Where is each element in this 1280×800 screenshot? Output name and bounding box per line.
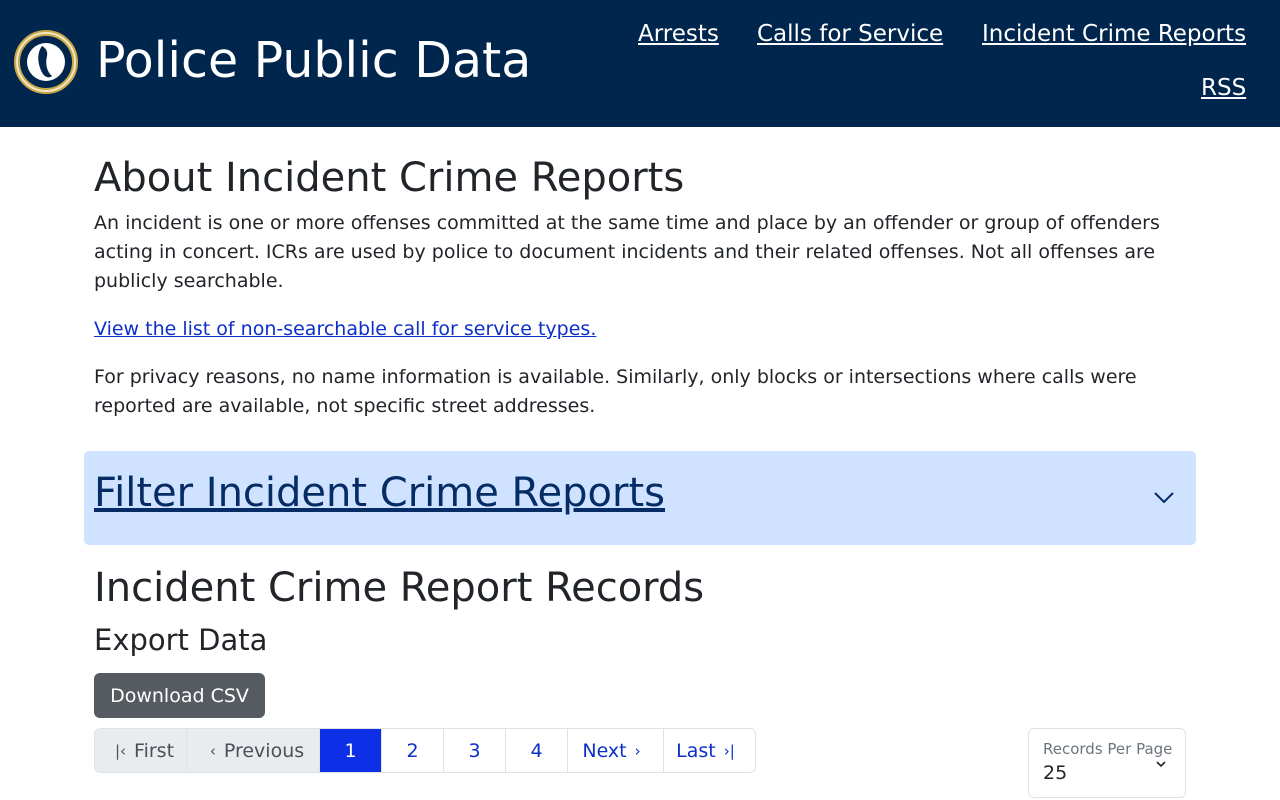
pagination-page-2[interactable]: 2 xyxy=(382,729,444,772)
privacy-notice: For privacy reasons, no name information… xyxy=(94,366,1137,417)
select-caret-icon xyxy=(1156,761,1166,768)
records-per-page-select[interactable]: Records Per Page 25 xyxy=(1028,728,1186,798)
pagination-page-1[interactable]: 1 xyxy=(320,729,382,772)
about-description: An incident is one or more offenses comm… xyxy=(94,212,1160,292)
previous-page-icon: ‹ xyxy=(209,741,216,760)
last-page-icon: ›| xyxy=(723,741,735,760)
download-csv-button[interactable]: Download CSV xyxy=(94,673,265,718)
site-header: Police Public Data Arrests Calls for Ser… xyxy=(0,0,1280,127)
site-title: Police Public Data xyxy=(96,32,532,89)
pagination-next-label: Next xyxy=(582,739,627,762)
pagination-previous[interactable]: ‹ Previous xyxy=(187,729,320,772)
pagination-last-label: Last xyxy=(676,739,716,762)
nav-link-calls-for-service[interactable]: Calls for Service xyxy=(757,21,943,49)
filter-accordion[interactable]: Filter Incident Crime Reports xyxy=(84,451,1196,545)
nav-link-rss[interactable]: RSS xyxy=(1201,75,1246,103)
nav-link-incident-crime-reports[interactable]: Incident Crime Reports xyxy=(982,21,1246,49)
records-per-page-label: Records Per Page xyxy=(1043,740,1173,758)
filter-accordion-title[interactable]: Filter Incident Crime Reports xyxy=(94,469,665,517)
chevron-down-icon[interactable] xyxy=(1152,487,1176,507)
first-page-icon: |‹ xyxy=(114,741,127,760)
pagination-previous-label: Previous xyxy=(223,739,305,762)
about-title: About Incident Crime Reports xyxy=(94,155,685,201)
records-title: Incident Crime Report Records xyxy=(94,565,705,611)
export-title: Export Data xyxy=(94,623,268,657)
pagination-first-label: First xyxy=(134,739,175,762)
nonsearchable-types-link[interactable]: View the list of non-searchable call for… xyxy=(94,318,596,340)
pagination-page-3[interactable]: 3 xyxy=(444,729,506,772)
records-per-page-value: 25 xyxy=(1043,762,1068,784)
next-page-icon: › xyxy=(634,741,641,760)
police-seal-logo[interactable] xyxy=(14,30,78,94)
pagination-next[interactable]: Next › xyxy=(568,729,664,772)
pagination-first[interactable]: |‹ First xyxy=(95,729,187,772)
pagination-page-4[interactable]: 4 xyxy=(506,729,568,772)
pagination: |‹ First ‹ Previous 1 2 3 4 Next › Last … xyxy=(94,728,756,773)
nonsearchable-link-paragraph: View the list of non-searchable call for… xyxy=(94,315,1184,344)
pagination-last[interactable]: Last ›| xyxy=(664,729,755,772)
nav-link-arrests[interactable]: Arrests xyxy=(638,21,719,49)
